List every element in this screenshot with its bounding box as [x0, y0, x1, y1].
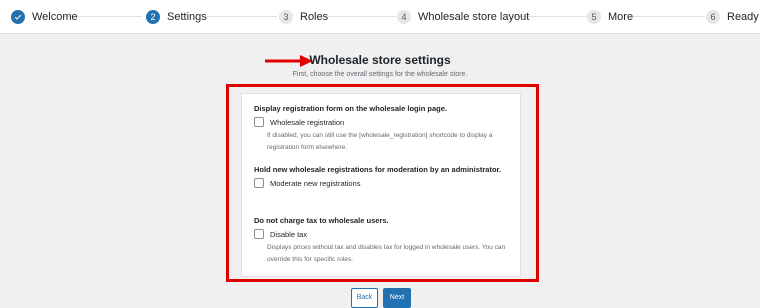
back-button[interactable]: Back — [351, 288, 378, 308]
page-title: Wholesale store settings — [309, 53, 451, 67]
step-label: Roles — [300, 11, 329, 23]
step-number: 3 — [279, 10, 293, 24]
step-ready[interactable]: 6 Ready — [706, 9, 759, 25]
next-button[interactable]: Next — [383, 288, 411, 308]
step-label: Welcome — [32, 11, 78, 23]
step-number: 4 — [397, 10, 411, 24]
highlight-box — [226, 84, 539, 282]
step-connector — [632, 16, 704, 17]
step-connector — [324, 16, 396, 17]
step-number: 5 — [587, 10, 601, 24]
step-wholesale-store-layout[interactable]: 4 Wholesale store layout — [397, 9, 529, 25]
step-welcome[interactable]: Welcome — [11, 9, 78, 25]
step-roles[interactable]: 3 Roles — [279, 9, 328, 25]
step-number: 6 — [706, 10, 720, 24]
step-label: Wholesale store layout — [418, 11, 530, 23]
page-subtitle: First, choose the overall settings for t… — [292, 71, 468, 78]
step-label: More — [608, 11, 634, 23]
step-label: Ready — [727, 11, 759, 23]
step-label: Settings — [167, 11, 207, 23]
step-number: 2 — [146, 10, 160, 24]
step-connector — [205, 16, 277, 17]
step-more[interactable]: 5 More — [587, 9, 633, 25]
check-icon — [11, 10, 25, 24]
step-settings[interactable]: 2 Settings — [146, 9, 207, 25]
setup-steps-bar: Welcome 2 Settings 3 Roles 4 Wholesale s… — [0, 0, 760, 34]
